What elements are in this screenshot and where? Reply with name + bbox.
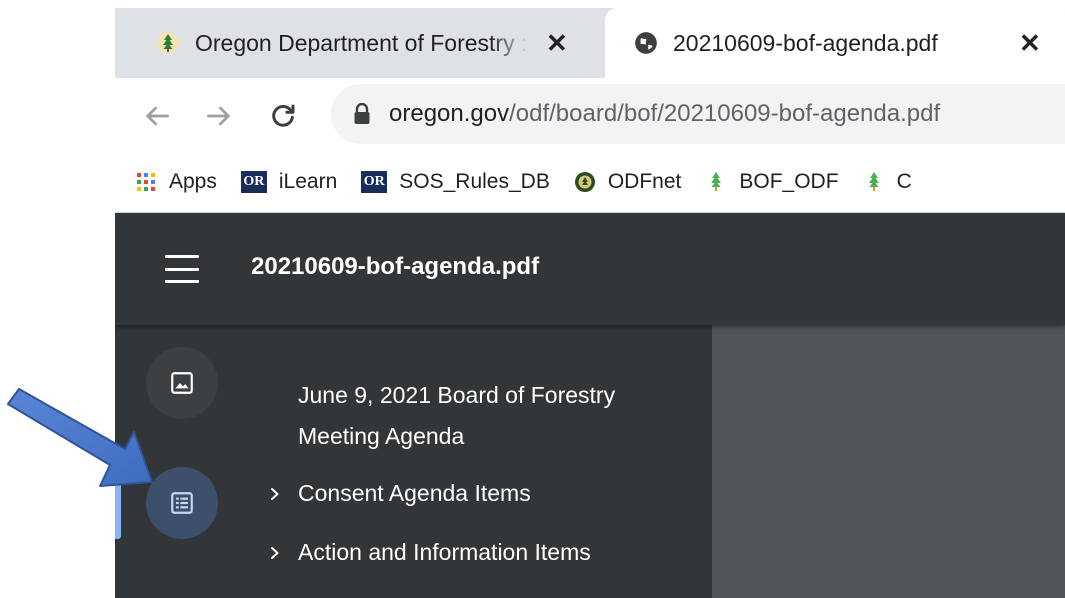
back-arrow-icon (146, 106, 169, 126)
tab-title: Oregon Department of Forestry : Board of… (195, 29, 530, 56)
screenshot-stage: Oregon Department of Forestry : Board of… (0, 0, 1065, 598)
globe-icon (633, 30, 659, 56)
tree-icon (705, 171, 727, 193)
bookmark-c[interactable]: C (863, 170, 912, 194)
outline-item-action-information[interactable]: Action and Information Items (265, 539, 591, 566)
tab-strip: Oregon Department of Forestry : Board of… (115, 8, 1065, 78)
tab-title: 20210609-bof-agenda.pdf (673, 29, 938, 56)
address-bar[interactable]: oregon.gov/odf/board/bof/20210609-bof-ag… (331, 84, 1065, 144)
pdf-viewer-toolbar: 20210609-bof-agenda.pdf (115, 213, 1065, 325)
bookmark-label: Apps (169, 170, 217, 193)
tab-pdf-agenda[interactable]: 20210609-bof-agenda.pdf ✕ (605, 8, 1065, 78)
menu-icon[interactable] (165, 255, 199, 283)
url-path: /odf/board/bof/20210609-bof-agenda.pdf (509, 100, 941, 127)
url-text: oregon.gov/odf/board/bof/20210609-bof-ag… (389, 100, 940, 128)
bookmark-label: ODFnet (607, 170, 682, 193)
active-indicator (115, 469, 121, 539)
pdf-content-area[interactable] (712, 325, 1065, 598)
chevron-right-icon[interactable] (265, 545, 285, 561)
bookmark-bof-odf[interactable]: BOF_ODF (705, 170, 839, 194)
bookmark-label: SOS_Rules_DB (399, 170, 550, 193)
bookmark-apps[interactable]: Apps (135, 170, 217, 194)
bookmark-sos-rules-db[interactable]: OR SOS_Rules_DB (361, 170, 550, 194)
forward-arrow-icon (207, 106, 230, 126)
reload-button[interactable] (263, 96, 303, 136)
tree-icon (155, 30, 181, 56)
or-badge-icon: OR (361, 171, 388, 193)
url-host: oregon.gov (389, 100, 510, 127)
close-icon[interactable]: ✕ (1019, 30, 1041, 56)
tab-oregon-forestry[interactable]: Oregon Department of Forestry : Board of… (115, 8, 605, 78)
image-icon (171, 372, 193, 394)
tree-icon (863, 171, 885, 193)
bookmark-label: iLearn (278, 170, 338, 193)
outline-document-title[interactable]: June 9, 2021 Board of Forestry Meeting A… (298, 375, 678, 457)
browser-toolbar: oregon.gov/odf/board/bof/20210609-bof-ag… (115, 78, 1065, 152)
reload-icon (272, 104, 295, 127)
outline-item-label: Action and Information Items (298, 539, 591, 565)
outline-list-icon (171, 492, 193, 514)
back-button[interactable] (137, 96, 177, 136)
pdf-sidenav: June 9, 2021 Board of Forestry Meeting A… (115, 325, 712, 598)
thumbnails-button[interactable] (146, 347, 218, 419)
lock-icon[interactable] (353, 103, 371, 125)
bookmark-label: BOF_ODF (739, 170, 839, 193)
outline-item-label: Consent Agenda Items (298, 480, 531, 506)
browser-window: Oregon Department of Forestry : Board of… (115, 0, 1065, 598)
document-title: 20210609-bof-agenda.pdf (251, 253, 540, 280)
or-badge-icon: OR (240, 171, 267, 193)
bookmarks-bar: Apps OR iLearn OR SOS_Rules_DB ODFnet BO… (115, 152, 1065, 213)
apps-grid-icon (135, 171, 157, 193)
odf-seal-icon (574, 171, 596, 193)
forward-button[interactable] (199, 96, 239, 136)
document-outline-button[interactable] (146, 467, 218, 539)
bookmark-ilearn[interactable]: OR iLearn (240, 170, 338, 194)
bookmark-label: C (896, 170, 912, 193)
outline-item-consent-agenda[interactable]: Consent Agenda Items (265, 480, 531, 507)
chevron-right-icon[interactable] (265, 486, 285, 502)
close-icon[interactable]: ✕ (546, 30, 568, 56)
bookmark-odfnet[interactable]: ODFnet (574, 170, 682, 194)
